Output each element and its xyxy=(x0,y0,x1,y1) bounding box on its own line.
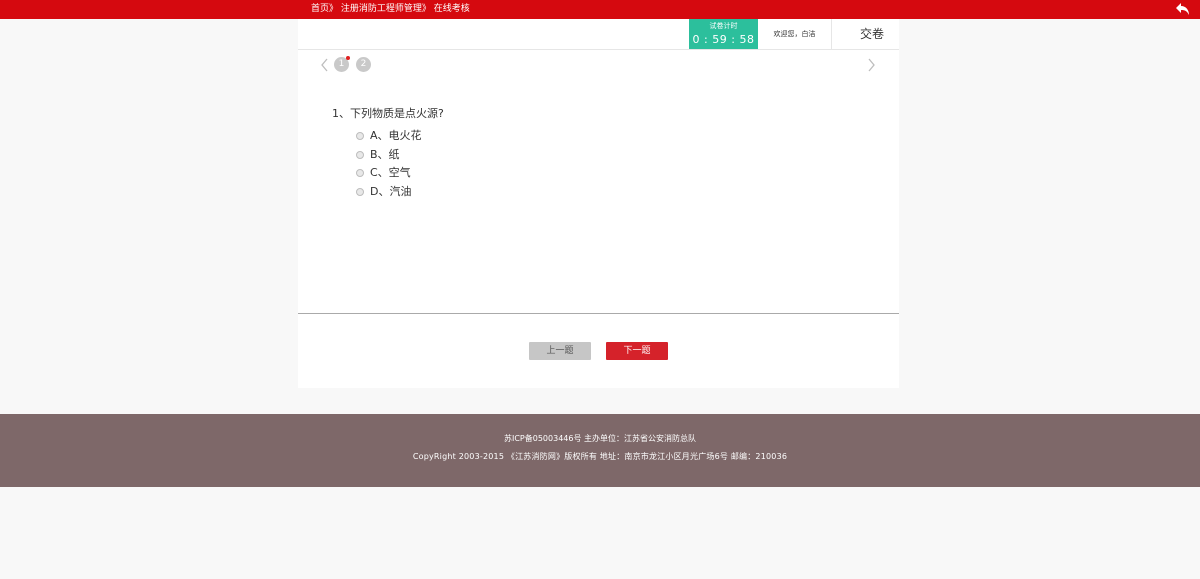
radio-button[interactable] xyxy=(356,169,364,177)
divider xyxy=(298,313,899,314)
chevron-right-icon xyxy=(868,58,875,72)
breadcrumb-engineer-management[interactable]: 注册消防工程师管理》 xyxy=(341,4,431,14)
breadcrumb-home[interactable]: 首页》 xyxy=(311,4,338,14)
option-label: C、空气 xyxy=(370,166,411,179)
next-page-button[interactable] xyxy=(865,57,877,72)
question-number-2[interactable]: 2 xyxy=(356,57,371,72)
option-label: A、电火花 xyxy=(370,129,422,142)
previous-question-button[interactable]: 上一题 xyxy=(529,342,591,360)
exam-timer: 试卷计时 0 : 59 : 58 xyxy=(689,19,758,49)
timer-label: 试卷计时 xyxy=(709,22,738,30)
welcome-text: 欢迎您，白洁 xyxy=(758,19,832,49)
option-label: D、汽油 xyxy=(370,185,412,198)
chevron-left-icon xyxy=(321,58,328,72)
footer-copyright: CopyRight 2003-2015 《江苏消防网》版权所有 地址：南京市龙江… xyxy=(412,452,788,461)
exam-header: 试卷计时 0 : 59 : 58 欢迎您，白洁 交卷 xyxy=(298,19,899,50)
current-question-marker xyxy=(346,56,350,60)
option-label: B、纸 xyxy=(370,148,400,161)
breadcrumb: 首页》 注册消防工程师管理》 在线考核 xyxy=(311,0,470,19)
footer: 苏ICP备05003446号 主办单位：江苏省公安消防总队 CopyRight … xyxy=(0,414,1200,487)
submit-exam-button[interactable]: 交卷 xyxy=(860,19,884,49)
radio-button[interactable] xyxy=(356,132,364,140)
undo-arrow-icon xyxy=(1176,3,1189,15)
footer-icp: 苏ICP备05003446号 主办单位：江苏省公安消防总队 xyxy=(503,434,697,443)
prev-page-button[interactable] xyxy=(319,57,331,72)
back-button[interactable] xyxy=(1174,1,1192,18)
next-question-button[interactable]: 下一题 xyxy=(606,342,668,360)
top-bar: 首页》 注册消防工程师管理》 在线考核 xyxy=(0,0,1200,19)
breadcrumb-online-exam[interactable]: 在线考核 xyxy=(434,4,470,14)
exam-panel: 试卷计时 0 : 59 : 58 欢迎您，白洁 交卷 1 2 1、下列物质是点火… xyxy=(298,19,899,388)
radio-button[interactable] xyxy=(356,151,364,159)
question-text: 1、下列物质是点火源? xyxy=(332,107,444,120)
radio-button[interactable] xyxy=(356,188,364,196)
timer-value: 0 : 59 : 58 xyxy=(692,33,755,46)
